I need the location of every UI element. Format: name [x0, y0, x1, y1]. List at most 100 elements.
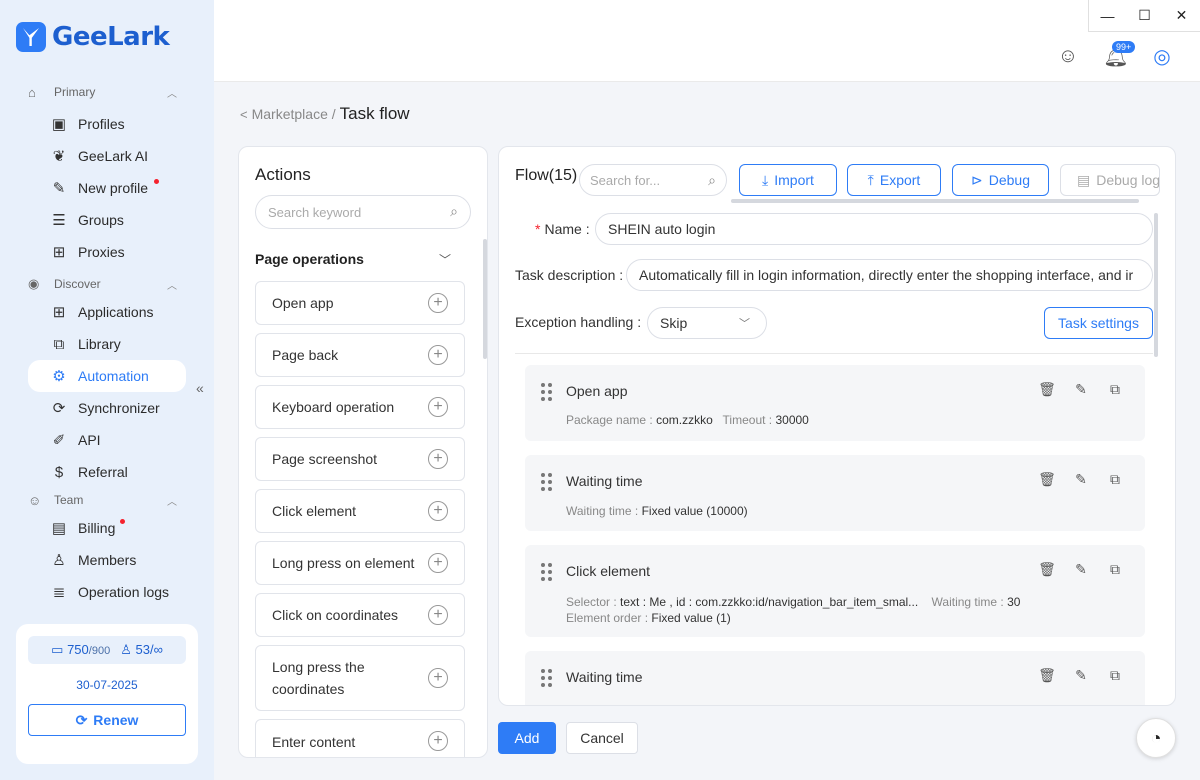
- add-circle-icon[interactable]: +: [428, 501, 448, 521]
- sidebar-item-api[interactable]: ✐ API: [0, 424, 214, 456]
- drag-handle-icon[interactable]: [541, 669, 553, 687]
- add-circle-icon[interactable]: +: [428, 731, 448, 751]
- debug-log-button[interactable]: ▤ Debug log: [1060, 164, 1160, 196]
- delete-icon[interactable]: 🗑︎: [1038, 471, 1056, 487]
- sidebar-item-referral[interactable]: $ Referral: [0, 456, 214, 488]
- copy-icon[interactable]: ⧉: [1107, 471, 1123, 487]
- detail-value: text : Me , id : com.zzkko:id/navigation…: [620, 595, 919, 609]
- action-page-back[interactable]: Page back +: [255, 333, 465, 377]
- action-enter-content[interactable]: Enter content +: [255, 719, 465, 757]
- toolbar-scrollbar[interactable]: [731, 199, 1139, 203]
- flow-scrollbar[interactable]: [1154, 213, 1158, 357]
- sidebar-item-label: Library: [78, 336, 121, 352]
- delete-icon[interactable]: 🗑︎: [1038, 561, 1056, 577]
- action-long-press-element[interactable]: Long press on element +: [255, 541, 465, 585]
- sidebar-item-automation[interactable]: ⚙ Automation: [28, 360, 186, 392]
- name-input[interactable]: SHEIN auto login: [595, 213, 1153, 245]
- add-button[interactable]: Add: [498, 722, 556, 754]
- drag-handle-icon[interactable]: [541, 383, 553, 401]
- edit-icon[interactable]: ✎: [1073, 667, 1089, 683]
- flow-step[interactable]: Click element Selector : text : Me , id …: [525, 545, 1145, 637]
- debug-button[interactable]: ⊳ Debug: [952, 164, 1049, 196]
- sidebar-item-proxies[interactable]: ⊞ Proxies: [0, 236, 214, 268]
- user-icon: ♙: [120, 642, 132, 657]
- copy-icon[interactable]: ⧉: [1107, 667, 1123, 683]
- action-click-element[interactable]: Click element +: [255, 489, 465, 533]
- proxies-icon: ⊞: [52, 244, 66, 261]
- add-circle-icon[interactable]: +: [428, 397, 448, 417]
- actions-title: Actions: [255, 165, 311, 184]
- add-circle-icon[interactable]: +: [428, 605, 448, 625]
- export-button[interactable]: ⤒ Export: [847, 164, 941, 196]
- api-icon: ✐: [52, 432, 66, 449]
- close-icon[interactable]: ✕: [1163, 0, 1200, 31]
- renew-button[interactable]: ⟳ Renew: [28, 704, 186, 736]
- action-open-app[interactable]: Open app +: [255, 281, 465, 325]
- sidebar-item-synchronizer[interactable]: ⟳ Synchronizer: [0, 392, 214, 424]
- sidebar-item-members[interactable]: ♙ Members: [0, 544, 214, 576]
- exception-handling-select[interactable]: Skip ﹀: [647, 307, 767, 339]
- maximize-icon[interactable]: ☐: [1126, 0, 1163, 31]
- minimize-icon[interactable]: —: [1089, 0, 1126, 31]
- add-circle-icon[interactable]: +: [428, 668, 448, 688]
- debug-log-label: Debug log: [1096, 172, 1160, 188]
- section-discover[interactable]: ◉ Discover ︿: [0, 272, 214, 296]
- chevron-down-icon[interactable]: ﹀: [439, 251, 451, 268]
- chevron-up-icon: ︿: [167, 88, 177, 100]
- avatar-icon[interactable]: ◎: [1148, 42, 1176, 70]
- task-settings-button[interactable]: Task settings: [1044, 307, 1153, 339]
- sidebar-item-profiles[interactable]: ▣ Profiles: [0, 108, 214, 140]
- add-circle-icon[interactable]: +: [428, 345, 448, 365]
- sidebar-item-operation-logs[interactable]: ≣ Operation logs: [0, 576, 214, 608]
- edit-icon: ✎: [52, 180, 66, 197]
- copy-icon[interactable]: ⧉: [1107, 561, 1123, 577]
- sidebar-item-billing[interactable]: ▤ Billing: [0, 512, 214, 544]
- collapse-sidebar-icon[interactable]: «: [196, 380, 204, 396]
- add-circle-icon[interactable]: +: [428, 553, 448, 573]
- add-circle-icon[interactable]: +: [428, 293, 448, 313]
- assistant-icon[interactable]: ◔: [1136, 718, 1176, 758]
- cancel-button[interactable]: Cancel: [566, 722, 638, 754]
- page-operations-group[interactable]: Page operations: [255, 251, 364, 267]
- import-button[interactable]: ⤓ Import: [739, 164, 837, 196]
- action-long-press-coordinates[interactable]: Long press the coordinates +: [255, 645, 465, 711]
- action-keyboard-operation[interactable]: Keyboard operation +: [255, 385, 465, 429]
- sidebar-item-groups[interactable]: ☰ Groups: [0, 204, 214, 236]
- sidebar-item-applications[interactable]: ⊞ Applications: [0, 296, 214, 328]
- edit-icon[interactable]: ✎: [1073, 471, 1089, 487]
- logo[interactable]: GeeLark: [16, 22, 170, 52]
- window-controls: — ☐ ✕: [1088, 0, 1200, 32]
- sidebar-item-new-profile[interactable]: ✎ New profile: [0, 172, 214, 204]
- sidebar-item-library[interactable]: ⧉ Library: [0, 328, 214, 360]
- edit-icon[interactable]: ✎: [1073, 381, 1089, 397]
- export-label: Export: [879, 172, 921, 188]
- delete-icon[interactable]: 🗑︎: [1038, 667, 1056, 683]
- delete-icon[interactable]: 🗑︎: [1038, 381, 1056, 397]
- action-search-input[interactable]: Search keyword ⌕: [255, 195, 471, 229]
- copy-icon[interactable]: ⧉: [1107, 381, 1123, 397]
- sidebar-item-label: New profile: [78, 180, 149, 196]
- flow-step[interactable]: Waiting time 🗑︎ ✎ ⧉: [525, 651, 1145, 705]
- breadcrumb-marketplace[interactable]: Marketplace /: [252, 106, 336, 122]
- add-circle-icon[interactable]: +: [428, 449, 448, 469]
- flow-step[interactable]: Open app Package name : com.zzkko Timeou…: [525, 365, 1145, 441]
- action-click-coordinates[interactable]: Click on coordinates +: [255, 593, 465, 637]
- dollar-icon: $: [54, 463, 64, 481]
- task-description-input[interactable]: Automatically fill in login information,…: [626, 259, 1153, 291]
- section-team[interactable]: ☺ Team ︿: [0, 488, 214, 512]
- back-icon[interactable]: <: [240, 107, 248, 122]
- step-detail: Element order : Fixed value (1): [566, 611, 731, 625]
- actions-scrollbar[interactable]: [483, 239, 487, 359]
- page-title: Task flow: [339, 104, 410, 123]
- flow-step[interactable]: Waiting time Waiting time : Fixed value …: [525, 455, 1145, 531]
- support-agent-icon[interactable]: ☺: [1054, 42, 1082, 70]
- flow-search-input[interactable]: Search for... ⌕: [579, 164, 727, 196]
- logs-icon: ≣: [52, 584, 66, 601]
- section-primary[interactable]: ⌂ Primary ︿: [0, 80, 214, 104]
- drag-handle-icon[interactable]: [541, 473, 553, 491]
- sidebar-item-geelark-ai[interactable]: ❦ GeeLark AI: [0, 140, 214, 172]
- action-page-screenshot[interactable]: Page screenshot +: [255, 437, 465, 481]
- edit-icon[interactable]: ✎: [1073, 561, 1089, 577]
- drag-handle-icon[interactable]: [541, 563, 553, 581]
- step-title: Click element: [566, 563, 651, 579]
